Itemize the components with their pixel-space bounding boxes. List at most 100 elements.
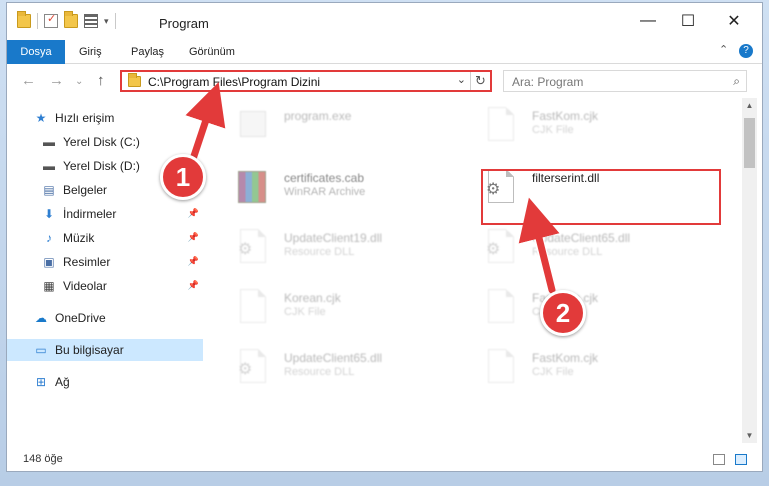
cloud-icon: ☁ [35, 311, 47, 325]
exe-icon [234, 105, 270, 145]
file-type: Resource DLL [532, 246, 603, 258]
pictures-icon: ▣ [43, 255, 55, 269]
sidebar-item-this-pc[interactable]: ▭ Bu bilgisayar [7, 339, 203, 361]
address-dropdown-icon[interactable]: ⌄ [457, 73, 466, 86]
file-item[interactable]: certificates.cab WinRAR Archive [234, 165, 474, 211]
file-name: FastKom.cjk [532, 351, 599, 365]
dll-icon: ⚙ [234, 227, 270, 267]
rar-icon [234, 167, 270, 207]
file-type: Resource DLL [284, 366, 355, 378]
view-options-icon[interactable] [84, 14, 98, 28]
file-icon [482, 287, 518, 327]
item-count: 148 öğe [23, 453, 63, 465]
file-type: CJK File [284, 306, 326, 318]
separator [114, 13, 116, 29]
dll-icon: ⚙ [482, 227, 518, 267]
sidebar-item-videos[interactable]: ▦ Videolar 📌 [7, 275, 203, 297]
new-folder-icon[interactable] [64, 11, 78, 28]
recent-locations-icon[interactable]: ⌄ [75, 76, 83, 87]
dll-icon: ⚙ [234, 347, 270, 387]
file-icon [482, 347, 518, 387]
star-icon: ★ [35, 111, 47, 125]
address-bar[interactable]: C:\Program Files\Program Dizini ⌄ ↻ [120, 70, 492, 92]
folder-icon[interactable] [17, 11, 31, 28]
close-button[interactable]: ✕ [711, 3, 757, 39]
file-item[interactable]: program.exe [234, 103, 474, 149]
scroll-down-icon[interactable]: ▼ [742, 428, 757, 443]
file-type: CJK File [532, 366, 574, 378]
file-type: CJK File [532, 124, 574, 136]
sidebar-item-label: Videolar [63, 279, 107, 293]
file-item[interactable]: FastKom.cjk CJK File [482, 103, 722, 149]
collapse-ribbon-icon[interactable]: ⌃ [719, 43, 728, 56]
large-icons-view-icon[interactable] [735, 454, 747, 465]
sidebar-item-label: Belgeler [63, 183, 108, 197]
computer-icon: ▭ [35, 343, 47, 357]
sidebar-item-quick-access[interactable]: ★ Hızlı erişim [7, 107, 203, 129]
ribbon-tabs: Dosya Giriş Paylaş Görünüm [7, 40, 762, 64]
network-icon: ⊞ [35, 375, 47, 389]
file-list: program.exe FastKom.cjk CJK File certifi… [214, 101, 742, 441]
file-item[interactable]: ⚙ UpdateClient65.dll Resource DLL [234, 345, 474, 391]
sidebar-item-label: Müzik [63, 231, 95, 245]
sidebar-item-music[interactable]: ♪ Müzik 📌 [7, 227, 203, 249]
refresh-button[interactable]: ↻ [470, 72, 490, 90]
file-item[interactable]: ⚙ UpdateClient19.dll Resource DLL [234, 225, 474, 271]
drive-icon: ▬ [43, 159, 55, 173]
file-item[interactable]: FastKom.cjk CJK File [482, 285, 722, 331]
video-icon: ▦ [43, 279, 55, 293]
sidebar-item-network[interactable]: ⊞ Ağ [7, 371, 203, 393]
tab-dosya[interactable]: Dosya [7, 40, 65, 64]
search-icon[interactable]: ⌕ [733, 74, 740, 89]
maximize-button[interactable]: ☐ [665, 3, 711, 39]
details-view-icon[interactable] [713, 454, 725, 465]
back-button[interactable]: ← [21, 72, 36, 89]
pin-icon[interactable]: 📌 [188, 208, 199, 219]
address-folder-icon [128, 73, 141, 87]
sidebar-item-label: Yerel Disk (C:) [63, 135, 140, 149]
sidebar-item-label: Hızlı erişim [55, 111, 115, 125]
file-name: UpdateClient65.dll [532, 231, 631, 245]
pin-icon[interactable]: 📌 [188, 232, 199, 243]
sidebar-item-onedrive[interactable]: ☁ OneDrive [7, 307, 203, 329]
sidebar-item-local-disk-c[interactable]: ▬ Yerel Disk (C:) [7, 131, 203, 153]
file-icon [234, 287, 270, 327]
tab-giris[interactable]: Giriş [69, 40, 112, 64]
scroll-thumb[interactable] [744, 118, 755, 168]
title-bar: ▾ Program — ☐ ✕ [7, 3, 762, 39]
pin-icon[interactable]: 📌 [188, 280, 199, 291]
status-bar: 148 öğe [7, 447, 762, 471]
drive-icon: ▬ [43, 135, 55, 149]
sidebar-item-label: OneDrive [55, 311, 106, 325]
window-title: Program [159, 16, 209, 31]
file-name: certificates.cab [284, 171, 365, 185]
properties-icon[interactable] [44, 12, 58, 28]
forward-button[interactable]: → [49, 72, 64, 89]
pin-icon[interactable]: 📌 [188, 256, 199, 267]
tab-paylas[interactable]: Paylaş [121, 40, 174, 64]
help-icon[interactable]: ? [739, 44, 753, 58]
tab-gorunum[interactable]: Görünüm [179, 40, 245, 64]
sidebar-item-downloads[interactable]: ⬇ İndirmeler 📌 [7, 203, 203, 225]
sidebar-item-label: Bu bilgisayar [55, 343, 124, 357]
navigation-bar: ← → ⌄ ↑ C:\Program Files\Program Dizini … [7, 65, 762, 97]
sidebar-item-label: Resimler [63, 255, 111, 269]
address-path[interactable]: C:\Program Files\Program Dizini [148, 75, 320, 89]
customize-chevron-icon[interactable]: ▾ [104, 16, 109, 27]
sidebar-item-label: İndirmeler [63, 207, 117, 221]
step-1-badge: 1 [160, 154, 206, 200]
sidebar-item-label: Ağ [55, 375, 70, 389]
up-button[interactable]: ↑ [97, 72, 105, 89]
file-name: program.exe [284, 109, 352, 123]
explorer-window: ▾ Program — ☐ ✕ Dosya Giriş Paylaş Görün… [6, 2, 763, 472]
separator [37, 13, 38, 29]
sidebar-item-label: Yerel Disk (D:) [63, 159, 140, 173]
vertical-scrollbar[interactable]: ▲ ▼ [742, 98, 757, 443]
search-box[interactable]: Ara: Program ⌕ [503, 70, 747, 92]
scroll-up-icon[interactable]: ▲ [742, 98, 757, 113]
sidebar-item-pictures[interactable]: ▣ Resimler 📌 [7, 251, 203, 273]
file-name: FastKom.cjk [532, 109, 599, 123]
file-item[interactable]: Korean.cjk CJK File [234, 285, 474, 331]
file-item[interactable]: ⚙ UpdateClient65.dll Resource DLL [482, 225, 722, 271]
file-item[interactable]: FastKom.cjk CJK File [482, 345, 722, 391]
